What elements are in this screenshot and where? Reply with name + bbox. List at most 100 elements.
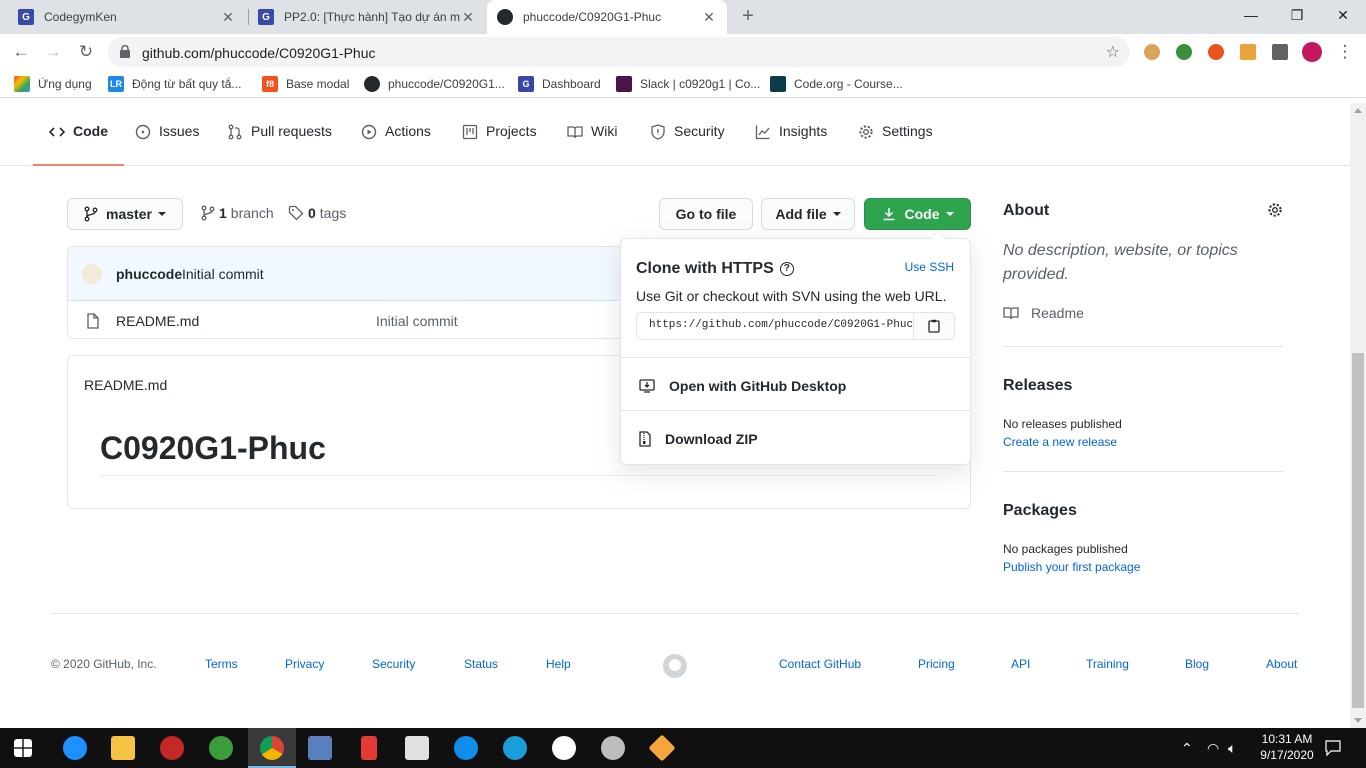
bookmark-code-org[interactable]: Code.org - Course... (770, 75, 903, 93)
tags-link[interactable]: 0 tags (288, 205, 346, 221)
add-file-button[interactable]: Add file (761, 198, 855, 230)
tab-issues[interactable]: Issues (135, 123, 199, 166)
footer-link-pricing[interactable]: Pricing (918, 657, 955, 671)
bookmark-phuccode[interactable]: phuccode/C0920G1... (364, 75, 505, 93)
windows-start-icon[interactable] (14, 739, 32, 757)
file-explorer-icon[interactable] (111, 736, 135, 760)
extension-globe-icon[interactable] (1176, 44, 1192, 60)
browser-menu-icon[interactable]: ⋮ (1334, 41, 1356, 63)
laptop-app-icon[interactable] (308, 736, 332, 760)
gear-icon[interactable] (1267, 202, 1283, 218)
bookmark-base-modal[interactable]: f8 Base modal (262, 75, 349, 93)
extension-tool-icon[interactable] (1240, 44, 1256, 60)
close-tab-icon[interactable]: ✕ (460, 9, 476, 26)
bookmark-slack[interactable]: Slack | c0920g1 | Co... (616, 75, 760, 93)
footer-link-contact[interactable]: Contact GitHub (779, 657, 861, 671)
url-text[interactable]: github.com/phuccode/C0920G1-Phuc (142, 45, 375, 61)
avatar[interactable] (82, 264, 102, 284)
close-tab-icon[interactable]: ✕ (220, 9, 236, 26)
releases-heading[interactable]: Releases (1003, 377, 1072, 395)
page-scrollbar[interactable] (1350, 103, 1366, 728)
branches-link[interactable]: 1 branch (201, 205, 274, 221)
code-download-button[interactable]: Code (864, 198, 971, 230)
publish-package-link[interactable]: Publish your first package (1003, 560, 1140, 574)
footer-link-about[interactable]: About (1266, 657, 1297, 671)
internet-explorer-icon[interactable] (63, 736, 87, 760)
system-clock[interactable]: 10:31 AM 9/17/2020 (1256, 731, 1318, 763)
scrollbar-thumb[interactable] (1352, 353, 1364, 708)
extension-cookie-icon[interactable] (1144, 44, 1160, 60)
readme-link[interactable]: Readme (1003, 305, 1084, 321)
tab-wiki[interactable]: Wiki (567, 123, 617, 166)
wifi-icon[interactable]: ◠ (1207, 740, 1219, 757)
scroll-up-icon[interactable] (1354, 108, 1362, 113)
close-window-button[interactable]: ✕ (1320, 0, 1366, 30)
settings-gear-icon[interactable] (601, 736, 625, 760)
tab-code[interactable]: Code (33, 123, 124, 166)
flash-app-icon[interactable] (361, 736, 377, 760)
minimize-window-button[interactable]: — (1228, 0, 1274, 30)
tab-settings[interactable]: Settings (858, 123, 933, 166)
close-tab-icon[interactable]: ✕ (701, 9, 717, 26)
tab-security[interactable]: Security (650, 123, 725, 166)
commit-message[interactable]: Initial commit (182, 266, 264, 282)
footer-link-status[interactable]: Status (464, 657, 498, 671)
footer-link-blog[interactable]: Blog (1185, 657, 1209, 671)
restore-window-button[interactable]: ❐ (1274, 0, 1320, 30)
go-to-file-button[interactable]: Go to file (659, 198, 753, 230)
file-name[interactable]: README.md (116, 313, 199, 329)
footer-link-security[interactable]: Security (372, 657, 415, 671)
footer-link-api[interactable]: API (1011, 657, 1030, 671)
chevron-up-icon[interactable]: ⌃ (1181, 740, 1193, 757)
forward-arrow-icon[interactable]: → (42, 41, 64, 63)
tab-projects[interactable]: Projects (462, 123, 537, 166)
extensions-puzzle-icon[interactable] (1272, 44, 1288, 60)
teamviewer-icon[interactable] (454, 736, 478, 760)
address-bar[interactable]: github.com/phuccode/C0920G1-Phuc ☆ (108, 37, 1130, 67)
calendar-app-icon[interactable] (405, 736, 429, 760)
commit-author[interactable]: phuccode (116, 266, 182, 282)
garena-icon[interactable] (160, 736, 184, 760)
globe-app-icon[interactable] (209, 736, 233, 760)
footer-link-help[interactable]: Help (546, 657, 571, 671)
create-release-link[interactable]: Create a new release (1003, 435, 1117, 449)
tab-pull-requests[interactable]: Pull requests (227, 123, 332, 166)
new-tab-button[interactable]: + (738, 6, 758, 26)
edge-icon[interactable] (503, 736, 527, 760)
notification-icon[interactable] (1325, 740, 1341, 756)
bookmark-apps[interactable]: Ứng dụng (14, 75, 92, 93)
browser-tab-codegymken[interactable]: G CodegymKen ✕ (8, 0, 246, 34)
help-icon[interactable]: ? (779, 262, 794, 276)
slack-favicon-icon (616, 76, 632, 92)
extension-fire-icon[interactable] (1208, 44, 1224, 60)
slack-icon[interactable] (552, 736, 576, 760)
packages-heading[interactable]: Packages (1003, 502, 1077, 520)
github-logo-icon[interactable] (663, 654, 687, 678)
footer-link-training[interactable]: Training (1086, 657, 1129, 671)
tab-title: PP2.0: [Thực hành] Tạo dự án mới (284, 10, 460, 24)
bookmark-dashboard[interactable]: G Dashboard (518, 75, 601, 93)
browser-tab-pp2[interactable]: G PP2.0: [Thực hành] Tạo dự án mới ✕ (248, 0, 486, 34)
use-ssh-link[interactable]: Use SSH (905, 260, 954, 274)
scroll-down-icon[interactable] (1354, 718, 1362, 723)
chrome-icon[interactable] (260, 736, 284, 760)
open-github-desktop-item[interactable]: Open with GitHub Desktop (639, 378, 846, 394)
browser-tab-phuccode[interactable]: phuccode/C0920G1-Phuc ✕ (487, 0, 727, 34)
copy-to-clipboard-button[interactable] (913, 312, 955, 340)
divider (621, 357, 970, 358)
bookmark-star-icon[interactable]: ☆ (1106, 42, 1120, 62)
tab-insights[interactable]: Insights (755, 123, 827, 166)
download-zip-item[interactable]: Download ZIP (639, 431, 758, 447)
footer-link-terms[interactable]: Terms (205, 657, 238, 671)
branch-select-button[interactable]: master (67, 198, 183, 230)
bookmark-irregular-verbs[interactable]: LR Động từ bất quy tắ... (108, 75, 241, 93)
git-app-icon[interactable] (648, 734, 676, 762)
reload-icon[interactable]: ↻ (75, 41, 97, 63)
profile-avatar[interactable] (1302, 42, 1322, 62)
tab-actions[interactable]: Actions (361, 123, 431, 166)
volume-icon[interactable]: 🔈︎ (1228, 740, 1236, 757)
file-commit-message[interactable]: Initial commit (376, 313, 458, 329)
footer-link-privacy[interactable]: Privacy (285, 657, 324, 671)
back-arrow-icon[interactable]: ← (10, 41, 32, 63)
clone-url-input[interactable]: https://github.com/phuccode/C0920G1-Phuc… (636, 312, 914, 340)
